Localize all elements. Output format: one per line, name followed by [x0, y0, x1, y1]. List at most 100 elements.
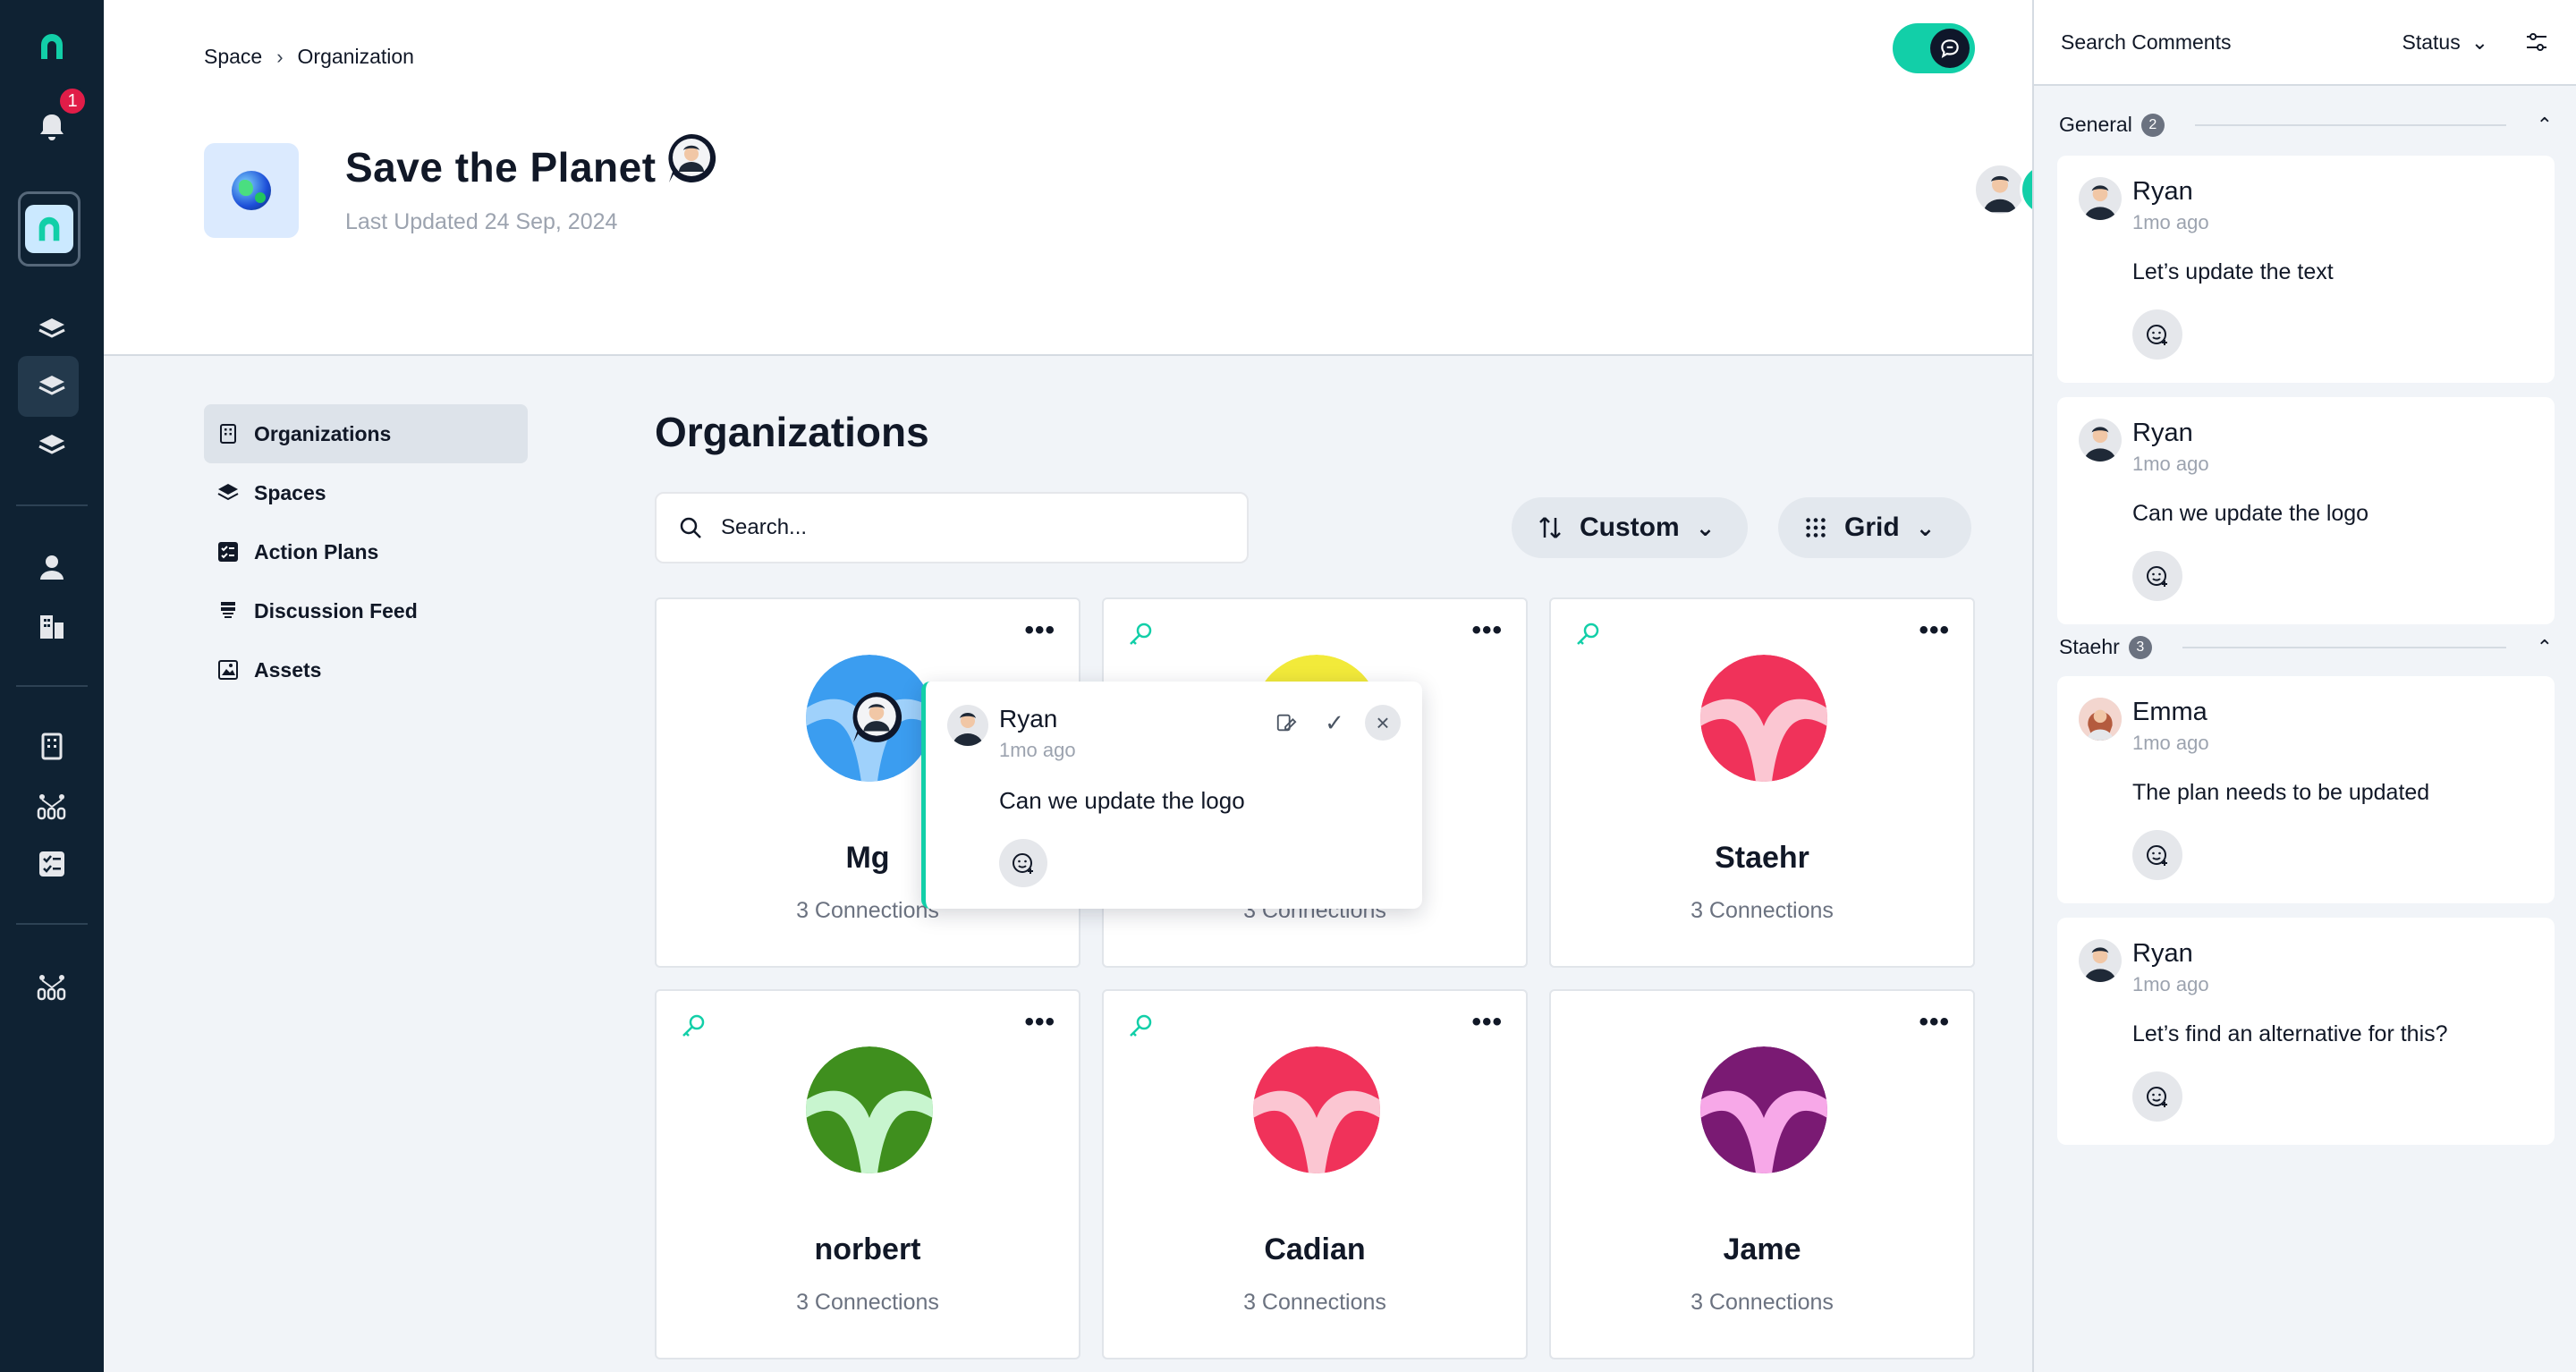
group-name: Staehr [2059, 635, 2120, 658]
close-icon[interactable]: × [1365, 705, 1401, 741]
comment-time: 1mo ago [2132, 211, 2209, 233]
comments-panel: Search Comments Status ⌄ General 2 ⌃ Rya… [2032, 0, 2576, 1372]
subnav-label: Organizations [254, 421, 392, 445]
comment-group-header[interactable]: Staehr 3 ⌃ [2059, 635, 2553, 659]
organization-name: Cadian [1264, 1232, 1366, 1266]
building-icon[interactable] [30, 724, 73, 767]
comment-group-header[interactable]: General 2 ⌃ [2059, 113, 2553, 137]
subnav-item-discussion-feed[interactable]: Discussion Feed [204, 581, 528, 640]
last-updated: Last Updated 24 Sep, 2024 [345, 209, 618, 234]
status-label: Status [2402, 30, 2461, 54]
divider [2182, 646, 2506, 648]
rail-divider [16, 923, 88, 925]
sort-label: Custom [1580, 512, 1680, 542]
layers-icon[interactable] [30, 424, 73, 467]
search-comments-input[interactable]: Search Comments [2061, 30, 2402, 55]
comment-text: Let’s find an alternative for this? [2132, 1021, 2448, 1046]
comment-card[interactable]: Ryan 1mo ago Can we update the logo [2057, 397, 2555, 624]
network-icon[interactable] [30, 783, 73, 826]
comment-card[interactable]: Emma 1mo ago The plan needs to be update… [2057, 676, 2555, 903]
status-filter-dropdown[interactable]: Status ⌄ [2402, 30, 2489, 55]
comment-author: Ryan [2132, 419, 2193, 447]
comment-avatar-pin-icon[interactable] [850, 690, 903, 744]
subnav-item-action-plans[interactable]: Action Plans [204, 522, 528, 581]
organization-card[interactable]: ••• Staehr 3 Connections [1549, 597, 1975, 968]
group-count-badge: 2 [2140, 113, 2165, 137]
group-count-badge: 3 [2128, 635, 2152, 659]
add-reaction-icon[interactable] [999, 839, 1047, 887]
app-logo-icon[interactable] [30, 25, 73, 68]
comment-avatar-pin-icon[interactable] [665, 132, 717, 184]
comments-toggle[interactable] [1893, 23, 1975, 73]
view-dropdown[interactable]: Grid ⌄ [1778, 497, 1971, 558]
grid-icon [1806, 518, 1826, 538]
comment-card[interactable]: Ryan 1mo ago Let’s update the text [2057, 156, 2555, 383]
organization-card[interactable]: ••• Cadian 3 Connections [1102, 989, 1528, 1359]
resolve-check-icon[interactable]: ✓ [1317, 705, 1352, 741]
sort-icon [1539, 517, 1561, 538]
sort-dropdown[interactable]: Custom ⌄ [1512, 497, 1748, 558]
filter-sliders-icon[interactable] [2524, 30, 2549, 55]
space-switcher[interactable] [18, 191, 80, 267]
subnav-label: Spaces [254, 480, 326, 504]
more-options-icon[interactable]: ••• [1919, 615, 1950, 646]
comment-time: 1mo ago [2132, 732, 2209, 754]
view-label: Grid [1844, 512, 1900, 542]
organization-card[interactable]: ••• Jame 3 Connections [1549, 989, 1975, 1359]
comment-card[interactable]: Ryan 1mo ago Let’s find an alternative f… [2057, 918, 2555, 1145]
subnav-item-organizations[interactable]: Organizations [204, 404, 528, 463]
search-bar[interactable] [655, 492, 1249, 563]
left-rail: 1 [0, 0, 104, 1372]
breadcrumb-space[interactable]: Space [204, 45, 262, 69]
divider [2194, 123, 2506, 126]
more-options-icon[interactable]: ••• [1024, 1007, 1055, 1037]
add-reaction-icon[interactable] [2132, 551, 2182, 601]
breadcrumb-organization[interactable]: Organization [298, 45, 414, 69]
connections-count: 3 Connections [1243, 1290, 1386, 1315]
add-reaction-icon[interactable] [2132, 309, 2182, 360]
edit-icon[interactable] [1268, 705, 1304, 741]
more-options-icon[interactable]: ••• [1919, 1007, 1950, 1037]
more-options-icon[interactable]: ••• [1024, 615, 1055, 646]
add-reaction-icon[interactable] [2132, 830, 2182, 880]
chevron-down-icon: ⌄ [1915, 513, 1936, 541]
subnav-label: Discussion Feed [254, 598, 418, 622]
subnav-item-spaces[interactable]: Spaces [204, 463, 528, 522]
comment-actions: ✓ × [1268, 705, 1401, 741]
chevron-up-icon[interactable]: ⌃ [2537, 114, 2553, 137]
chevron-up-icon[interactable]: ⌃ [2537, 636, 2553, 659]
more-options-icon[interactable]: ••• [1471, 615, 1503, 646]
network-icon[interactable] [30, 964, 73, 1007]
user-icon[interactable] [30, 546, 73, 589]
organization-card[interactable]: ••• norbert 3 Connections [655, 989, 1080, 1359]
layers-icon[interactable] [30, 308, 73, 351]
comment-text: Let’s update the text [2132, 259, 2334, 284]
layers-icon[interactable] [30, 365, 73, 408]
subnav-item-assets[interactable]: Assets [204, 640, 528, 699]
checklist-icon[interactable] [30, 843, 73, 885]
notification-badge: 1 [57, 86, 88, 116]
breadcrumb: Space › Organization [204, 45, 414, 69]
feed-icon [221, 602, 235, 618]
comment-author: Ryan [2132, 177, 2193, 206]
more-options-icon[interactable]: ••• [1471, 1007, 1503, 1037]
comment-text: Can we update the logo [2132, 501, 2369, 526]
layers-icon [217, 484, 239, 501]
comment-author: Ryan [2132, 939, 2193, 968]
search-input[interactable] [721, 515, 1222, 540]
comments-panel-header: Search Comments Status ⌄ [2034, 0, 2576, 86]
comment-text: The plan needs to be updated [2132, 780, 2430, 805]
comment-icon [1930, 29, 1970, 68]
comment-time: 1mo ago [2132, 973, 2209, 995]
connections-count: 3 Connections [1690, 898, 1834, 923]
organization-name: Staehr [1715, 841, 1809, 875]
chevron-down-icon: ⌄ [2470, 30, 2488, 54]
add-reaction-icon[interactable] [2132, 1071, 2182, 1122]
avatar [2079, 939, 2122, 982]
organization-name: Jame [1723, 1232, 1801, 1266]
buildings-icon[interactable] [30, 605, 73, 648]
section-title: Organizations [655, 409, 929, 455]
organization-logo [1700, 1046, 1827, 1173]
avatar [1973, 163, 2027, 216]
subnav-label: Assets [254, 657, 322, 682]
